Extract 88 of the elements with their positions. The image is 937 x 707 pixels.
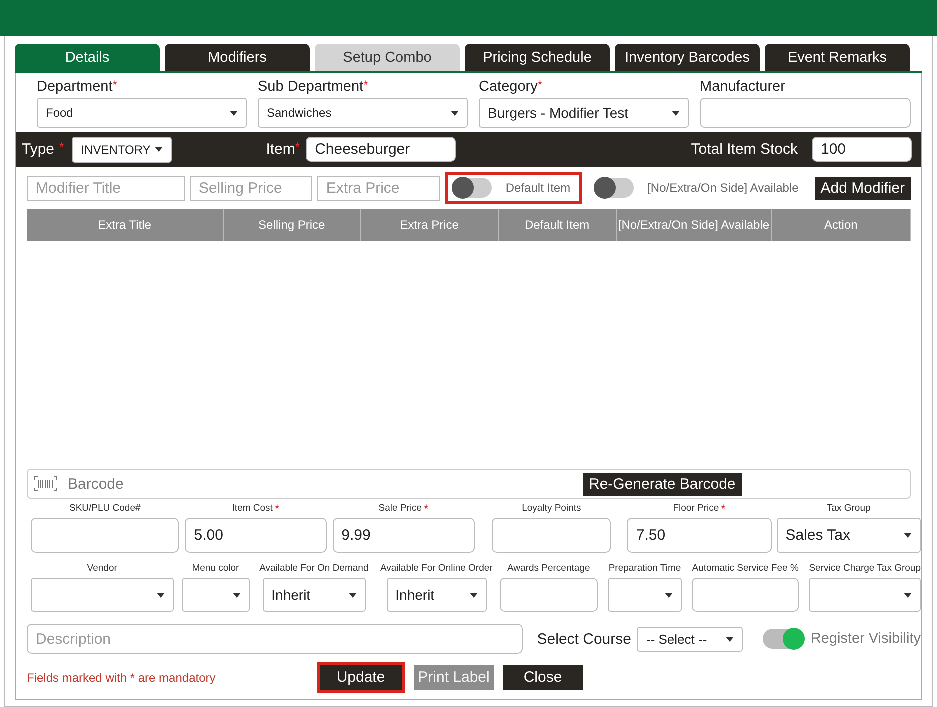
caret-icon	[230, 110, 238, 116]
type-dropdown[interactable]: INVENTORY	[72, 136, 172, 162]
toggle-label: Default Item	[506, 181, 571, 195]
dropdown[interactable]	[809, 578, 921, 612]
mandatory-note: Fields marked with * are mandatory	[27, 670, 217, 684]
input-field[interactable]	[700, 98, 911, 128]
dropdown[interactable]	[182, 578, 250, 612]
input-field[interactable]	[492, 518, 612, 553]
toggle-label: Register Visibility	[810, 631, 921, 647]
field-label: Vendor	[87, 563, 118, 575]
column-header: Selling Price	[224, 209, 362, 241]
input-field[interactable]	[500, 578, 598, 612]
toggle-switch[interactable]	[594, 178, 634, 198]
caret-icon	[470, 592, 478, 598]
field-label: Available For On Demand	[260, 563, 369, 575]
stock-label: Total Item Stock	[691, 141, 798, 158]
regenerate-barcode-button[interactable]: Re-Generate Barcode	[583, 472, 742, 496]
dropdown[interactable]: Sandwiches	[258, 98, 468, 128]
add-modifier-button[interactable]: Add Modifier	[814, 176, 911, 200]
required-mark: *	[112, 79, 118, 91]
barcode-icon	[34, 476, 58, 492]
stock-field[interactable]: 100	[812, 137, 912, 162]
field-label: Preparation Time	[608, 563, 682, 575]
dropdown[interactable]	[31, 578, 174, 612]
barcode-field[interactable]: Barcode Re-Generate Barcode	[27, 469, 911, 499]
field-label: Sale Price	[378, 503, 422, 515]
caret-icon	[904, 592, 912, 598]
caret-icon	[348, 592, 357, 598]
caret-icon	[904, 533, 912, 538]
tab[interactable]: Pricing Schedule	[465, 44, 610, 71]
field-label: Automatic Service Fee %	[692, 563, 799, 575]
required-mark: *	[60, 141, 64, 153]
field-label: Awards Percentage	[508, 563, 590, 575]
caret-icon	[664, 592, 673, 598]
input-field[interactable]	[31, 518, 180, 553]
toggle-switch[interactable]	[452, 178, 492, 198]
field-label: Menu color	[192, 563, 240, 575]
tab[interactable]: Details	[15, 44, 160, 71]
required-mark: *	[274, 503, 280, 515]
caret-icon	[156, 592, 165, 598]
field-label: Department	[37, 79, 113, 95]
required-mark: *	[721, 503, 726, 515]
item-field[interactable]: Cheeseburger	[306, 137, 456, 162]
tab[interactable]: Event Remarks	[765, 44, 910, 71]
column-header: Action	[772, 209, 911, 241]
input-field[interactable]: 9.99	[332, 518, 475, 553]
tab[interactable]: Modifiers	[165, 44, 310, 71]
field-label: Item Cost	[232, 503, 273, 515]
field-label: Category	[479, 79, 538, 95]
caret-icon	[726, 636, 734, 642]
item-label: Item	[266, 141, 296, 158]
course-label: Select Course	[537, 630, 632, 648]
dropdown[interactable]: Burgers - Modifier Test	[479, 98, 689, 128]
column-header: [No/Extra/On Side] Available	[616, 209, 772, 241]
dropdown[interactable]: Food	[37, 98, 247, 128]
input-field[interactable]: 7.50	[627, 518, 772, 553]
field-label: Available For Online Order	[380, 563, 493, 575]
caret-icon	[672, 110, 680, 116]
column-header: Extra Price	[361, 209, 499, 241]
column-header: Extra Title	[27, 209, 224, 241]
caret-icon	[232, 592, 241, 598]
input-field[interactable]	[692, 578, 800, 612]
field-label: Manufacturer	[700, 79, 786, 95]
toggle-label: [No/Extra/On Side] Available	[648, 181, 799, 195]
field-label: Service Charge Tax Group	[809, 563, 921, 575]
input-field[interactable]: 5.00	[185, 518, 327, 553]
field-label: Sub Department	[258, 79, 364, 95]
column-header: Default Item	[498, 209, 617, 241]
course-dropdown[interactable]: -- Select --	[637, 626, 743, 652]
type-label: Type	[22, 141, 55, 158]
tab[interactable]: Inventory Barcodes	[615, 44, 760, 71]
required-mark: *	[538, 79, 543, 91]
dropdown[interactable]: Inherit	[262, 578, 366, 612]
dropdown[interactable]: Inherit	[386, 578, 487, 612]
field-label: Floor Price	[673, 503, 720, 515]
required-mark: *	[424, 503, 429, 515]
toggle-switch[interactable]	[762, 629, 803, 649]
caret-icon	[155, 147, 164, 152]
required-mark: *	[295, 141, 300, 153]
dropdown[interactable]: Sales Tax	[776, 518, 922, 553]
field-label: Tax Group	[826, 503, 871, 515]
dialog-button[interactable]: Close	[503, 665, 583, 690]
dialog-button[interactable]: Update	[317, 662, 405, 693]
dropdown[interactable]	[608, 578, 682, 612]
field-label: SKU/PLU Code#	[70, 503, 141, 515]
caret-icon	[451, 110, 459, 116]
field-label: Loyalty Points	[522, 503, 582, 515]
required-mark: *	[364, 79, 368, 91]
